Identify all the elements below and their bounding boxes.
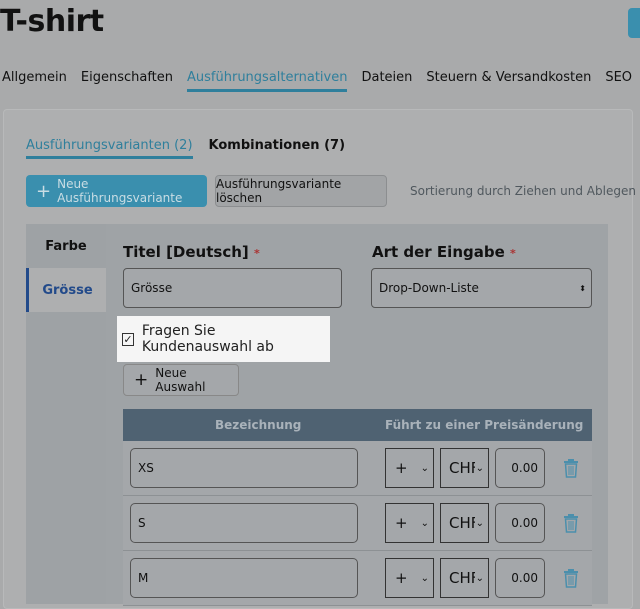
chevron-down-icon: ⌄	[475, 517, 484, 529]
chevron-down-icon: ⌄	[420, 572, 429, 584]
chevron-down-icon: ⌄	[475, 572, 484, 584]
sign-value: +	[395, 514, 408, 532]
tab-dateien[interactable]: Dateien	[361, 70, 412, 92]
chevron-down-icon: ⌄	[420, 517, 429, 529]
sidebar-item-farbe[interactable]: Farbe	[26, 224, 106, 268]
trash-icon[interactable]	[563, 458, 579, 482]
plus-icon: +	[36, 180, 52, 202]
currency-value: CHF	[449, 459, 475, 477]
required-mark: *	[510, 247, 516, 260]
tab-steuern[interactable]: Steuern & Versandkosten	[426, 70, 591, 92]
sort-hint: Sortierung durch Ziehen und Ablegen	[410, 184, 636, 198]
required-mark: *	[254, 247, 260, 260]
new-option-button[interactable]: + Neue Auswahl	[123, 364, 239, 396]
chevron-down-icon: ⌄	[475, 462, 484, 474]
amount-input[interactable]: 0.00	[495, 503, 545, 543]
checkbox-label: Fragen Sie Kundenauswahl ab	[141, 323, 274, 355]
new-variant-label: Neue Ausführungsvariante	[57, 177, 183, 205]
chevron-down-icon: ⌄	[420, 462, 429, 474]
tab-eigenschaften[interactable]: Eigenschaften	[81, 70, 173, 92]
sort-arrows-icon: ⬍	[579, 283, 586, 293]
variant-sidebar: Farbe Grösse	[26, 224, 106, 604]
type-value: Drop-Down-Liste	[379, 281, 479, 295]
sidebar-item-groesse[interactable]: Grösse	[26, 268, 106, 312]
type-label: Art der Eingabe *	[372, 243, 516, 261]
subtab-varianten[interactable]: Ausführungsvarianten (2)	[26, 138, 193, 159]
tab-ausfuehrungsalternativen[interactable]: Ausführungsalternativen	[187, 70, 348, 92]
type-select[interactable]: Drop-Down-Liste ⬍	[371, 268, 592, 308]
option-name-input[interactable]: M	[130, 558, 358, 598]
new-variant-button[interactable]: + Neue Ausführungsvariante	[26, 175, 207, 207]
checkbox[interactable]: ✓	[122, 332, 134, 346]
currency-select[interactable]: CHF⌄	[440, 503, 489, 543]
sign-select[interactable]: + ⌄	[385, 503, 434, 543]
title-input[interactable]: Grösse	[123, 268, 342, 308]
currency-select[interactable]: CHF⌄	[440, 558, 489, 598]
subtab-kombinationen[interactable]: Kombinationen (7)	[209, 138, 346, 159]
ask-customer-checkbox-row[interactable]: ✓ Fragen Sie Kundenauswahl ab	[117, 316, 330, 362]
amount-input[interactable]: 0.00	[495, 448, 545, 488]
delete-variant-button[interactable]: Ausführungsvariante löschen	[215, 175, 387, 207]
type-label-text: Art der Eingabe	[372, 243, 505, 261]
trash-icon[interactable]	[563, 568, 579, 592]
new-option-label: Neue Auswahl	[155, 366, 206, 394]
header-bezeichnung: Bezeichnung	[215, 418, 302, 432]
currency-value: CHF	[449, 569, 475, 587]
currency-select[interactable]: CHF⌄	[440, 448, 489, 488]
main-tabs: Allgemein Eigenschaften Ausführungsalter…	[2, 70, 640, 92]
currency-value: CHF	[449, 514, 475, 532]
title-label: Titel [Deutsch] *	[123, 243, 260, 261]
sign-value: +	[395, 459, 408, 477]
tab-seo[interactable]: SEO	[605, 70, 632, 92]
title-label-text: Titel [Deutsch]	[123, 243, 249, 261]
tab-allgemein[interactable]: Allgemein	[2, 70, 67, 92]
table-header: Bezeichnung Führt zu einer Preisänderung	[123, 409, 592, 441]
page-title: T-shirt	[0, 4, 104, 39]
plus-icon: +	[134, 370, 149, 390]
top-action-button[interactable]	[628, 8, 640, 38]
trash-icon[interactable]	[563, 513, 579, 537]
table-row: S +⌄ CHF⌄ 0.00	[123, 496, 592, 551]
sign-select[interactable]: + ⌄	[385, 448, 434, 488]
table-row: XS +⌄ CHF⌄ 0.00	[123, 441, 592, 496]
amount-input[interactable]: 0.00	[495, 558, 545, 598]
sign-value: +	[395, 569, 408, 587]
header-preisaenderung: Führt zu einer Preisänderung	[385, 418, 584, 432]
option-name-input[interactable]: S	[130, 503, 358, 543]
sign-select[interactable]: + ⌄	[385, 558, 434, 598]
table-row: M +⌄ CHF⌄ 0.00	[123, 551, 592, 606]
option-name-input[interactable]: XS	[130, 448, 358, 488]
